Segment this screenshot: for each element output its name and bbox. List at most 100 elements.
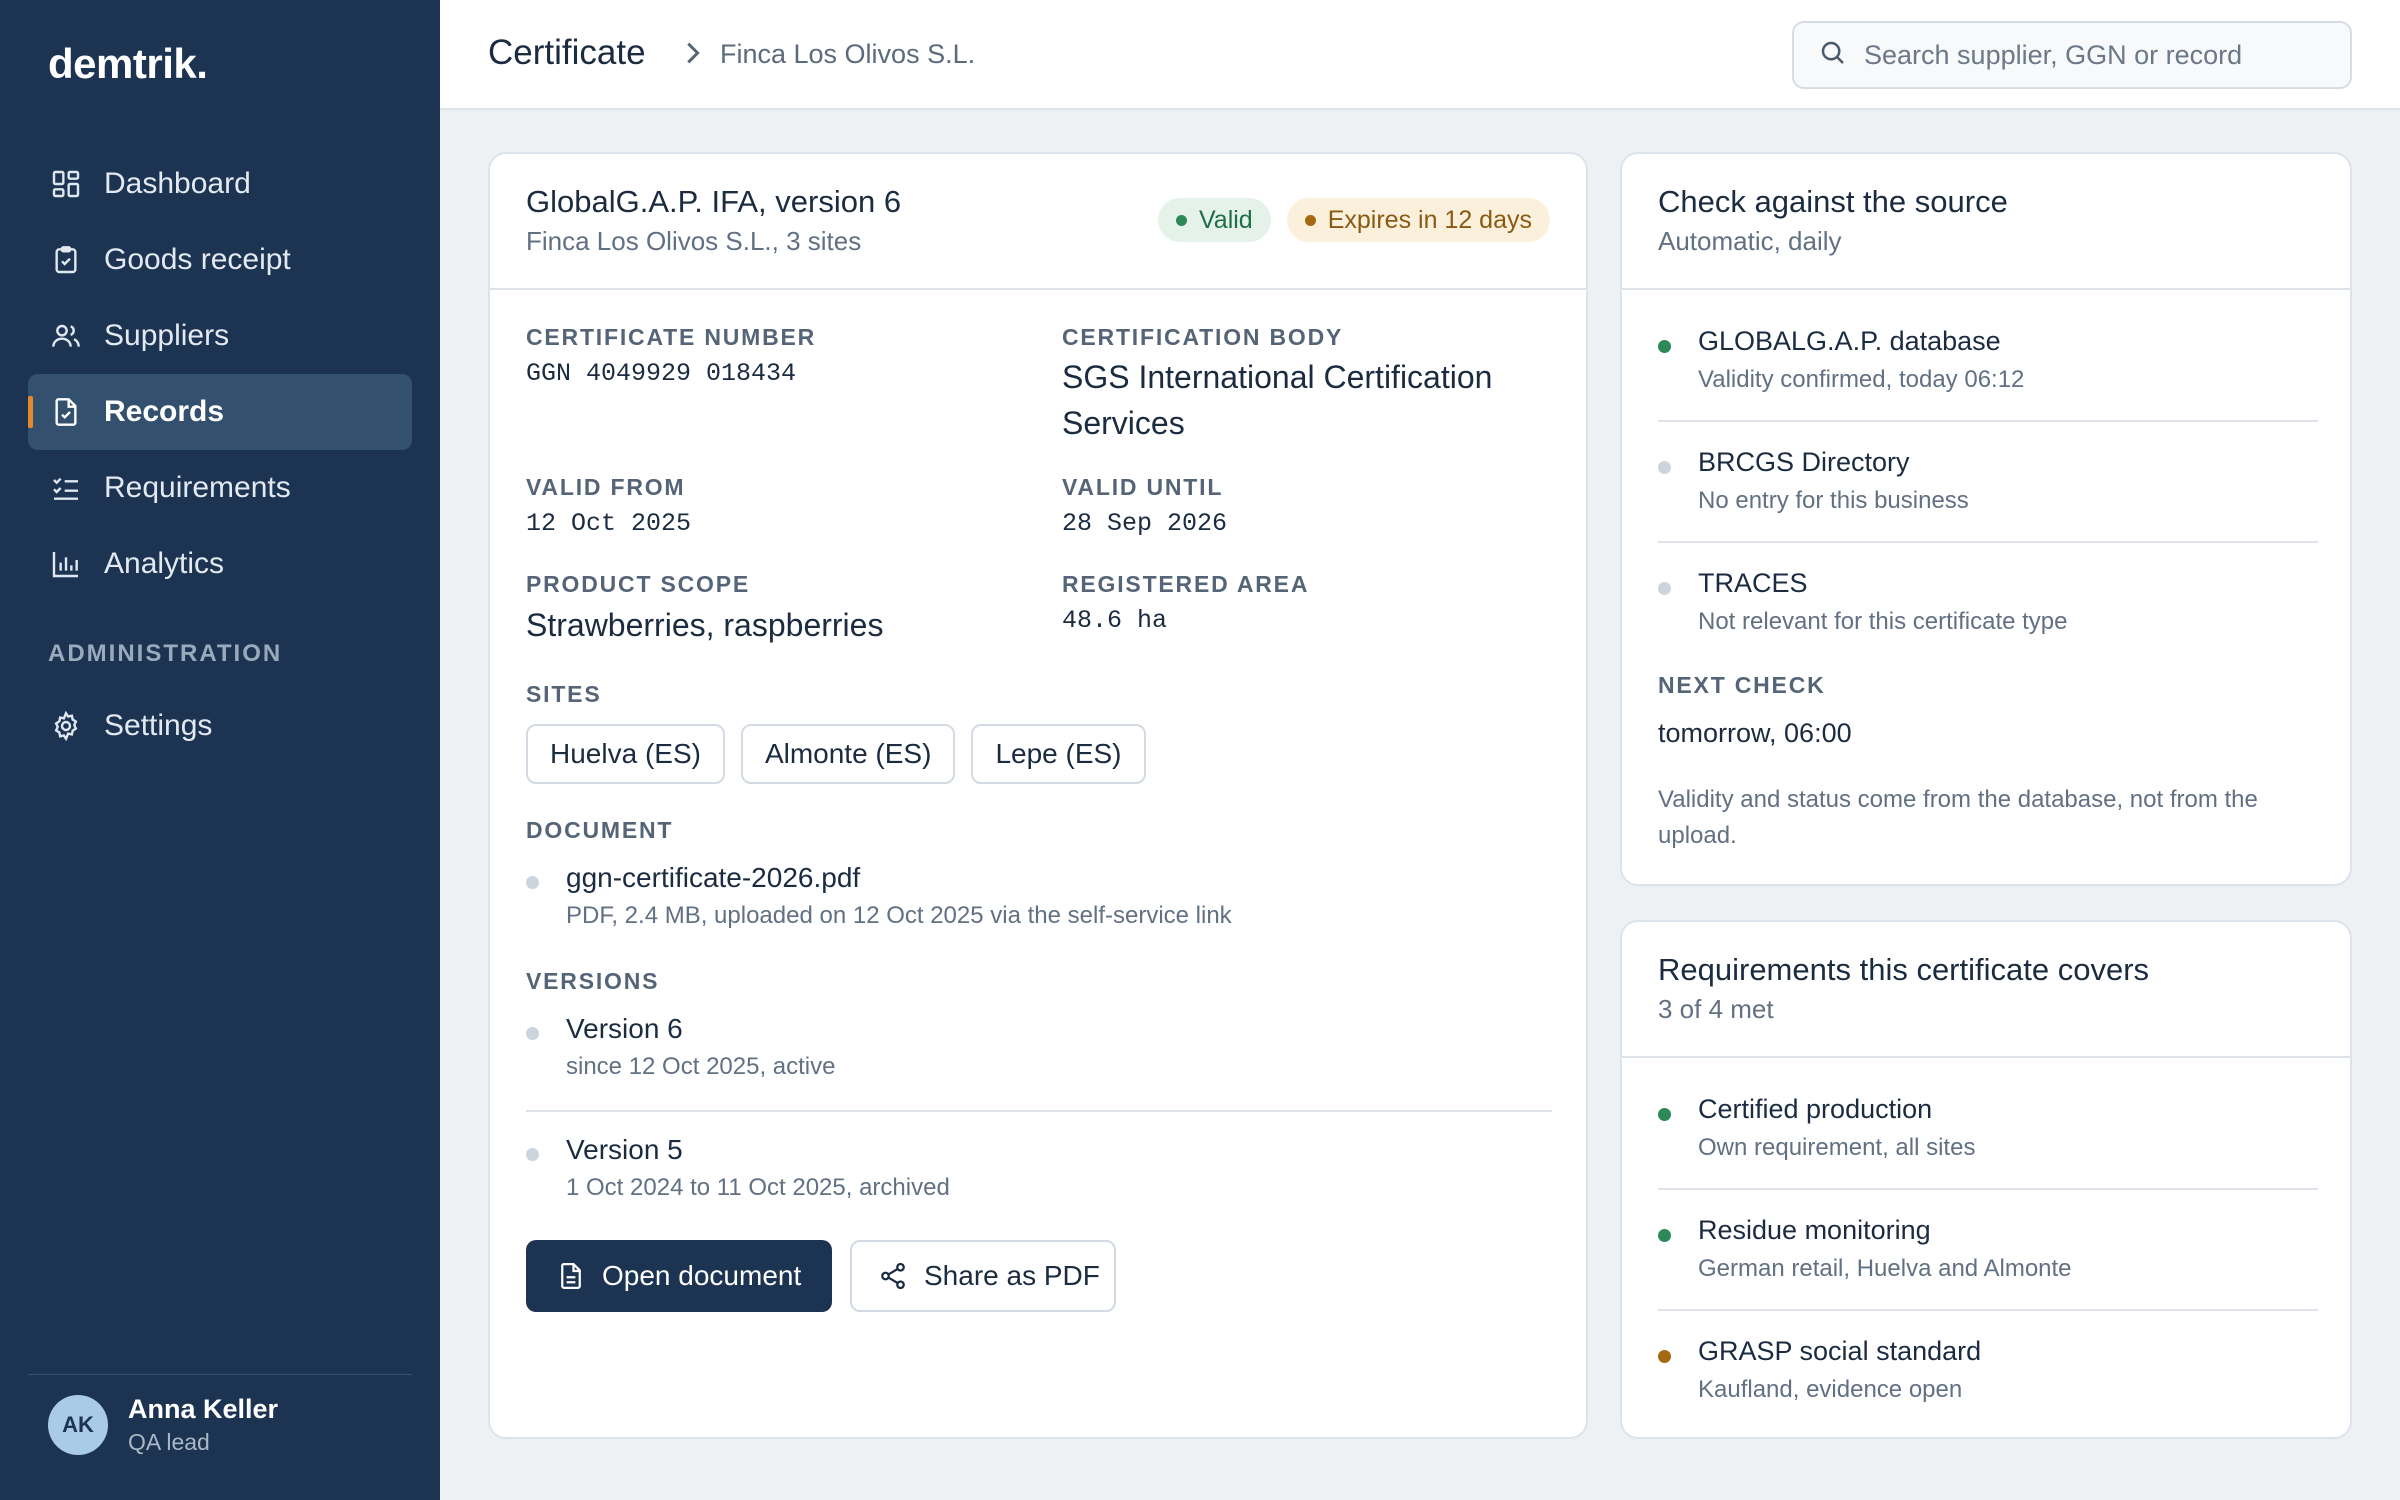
status-dot [1175, 214, 1187, 226]
source-item[interactable]: TRACES Not relevant for this certificate… [1658, 568, 2318, 648]
search-box[interactable] [1792, 21, 2352, 89]
source-check-title: Check against the source [1658, 184, 2008, 219]
breadcrumb[interactable]: Finca Los Olivos S.L. [720, 39, 975, 70]
requirements-title: Requirements this certificate covers [1658, 952, 2150, 987]
versions-label: VERSIONS [526, 968, 660, 994]
version-item[interactable]: Version 6 since 12 Oct 2025, active [526, 1013, 1552, 1093]
topbar: Certificate Finca Los Olivos S.L. [440, 0, 2400, 110]
divider [1658, 1188, 2318, 1190]
source-check-card: Check against the source Automatic, dail… [1620, 152, 2352, 886]
cert-body-line2: Services [1062, 405, 1185, 441]
site-chip[interactable]: Huelva (ES) [526, 724, 725, 784]
sites-label: SITES [526, 681, 602, 707]
sidebar-item-label: Dashboard [104, 167, 251, 200]
dashboard-icon [48, 166, 84, 202]
certificate-subtitle: Finca Los Olivos S.L., 3 sites [526, 226, 862, 256]
status-badge-expiry: Expires in 12 days [1286, 198, 1550, 242]
users-icon [48, 318, 84, 354]
sidebar-item-records[interactable]: Records [28, 374, 412, 450]
status-dot [1658, 582, 1671, 595]
open-document-button[interactable]: Open document [526, 1240, 832, 1312]
status-badge-label: Expires in 12 days [1327, 205, 1532, 234]
source-check-header: Check against the source Automatic, dail… [1622, 154, 2350, 290]
requirement-meta: Own requirement, all sites [1698, 1134, 1976, 1161]
source-item[interactable]: BRCGS Directory No entry for this busine… [1658, 447, 2318, 527]
valid-until-label: VALID UNTIL [1062, 474, 1224, 500]
sidebar-item-label: Goods receipt [104, 243, 291, 276]
version-item[interactable]: Version 5 1 Oct 2024 to 11 Oct 2025, arc… [526, 1134, 1552, 1214]
divider [1658, 420, 2318, 422]
sidebar-item-analytics[interactable]: Analytics [28, 526, 412, 602]
divider [1658, 541, 2318, 543]
open-document-label: Open document [602, 1260, 802, 1291]
cert-body-label: CERTIFICATION BODY [1062, 324, 1344, 350]
share-pdf-button[interactable]: Share as PDF [850, 1240, 1116, 1312]
certificate-card: GlobalG.A.P. IFA, version 6 Finca Los Ol… [488, 152, 1588, 1439]
user-name: Anna Keller [128, 1393, 279, 1424]
document-meta: PDF, 2.4 MB, uploaded on 12 Oct 2025 via… [566, 902, 1232, 929]
requirements-header: Requirements this certificate covers 3 o… [1622, 922, 2350, 1058]
sidebar-item-label: Records [104, 395, 225, 428]
bullet-dot [526, 1148, 539, 1161]
valid-until-value: 28 Sep 2026 [1062, 509, 1228, 538]
bullet-dot [526, 876, 539, 889]
document-icon [556, 1261, 586, 1291]
requirement-name: Residue monitoring [1698, 1215, 1931, 1245]
app-logo[interactable]: demtrik. [48, 40, 208, 88]
source-meta: No entry for this business [1698, 487, 1969, 514]
checklist-icon [48, 470, 84, 506]
valid-from-value: 12 Oct 2025 [526, 509, 692, 538]
status-dot [1658, 1229, 1671, 1242]
cert-body-value: SGS International Certification Services [1062, 354, 1492, 446]
source-item[interactable]: GLOBALG.A.P. database Validity confirmed… [1658, 326, 2318, 406]
status-dot [1658, 461, 1671, 474]
version-meta: 1 Oct 2024 to 11 Oct 2025, archived [566, 1174, 950, 1201]
status-badge-valid: Valid [1157, 198, 1271, 242]
cert-number-value: GGN 4049929 018434 [526, 359, 797, 388]
divider [526, 1110, 1552, 1112]
document-name: ggn-certificate-2026.pdf [566, 862, 861, 893]
user-profile[interactable]: AK Anna Keller QA lead [28, 1374, 412, 1474]
status-badge-label: Valid [1198, 205, 1253, 234]
share-pdf-label: Share as PDF [924, 1260, 1100, 1291]
requirement-name: GRASP social standard [1698, 1336, 1982, 1366]
sidebar-item-requirements[interactable]: Requirements [28, 450, 412, 526]
status-dot [1658, 1350, 1671, 1363]
share-icon [878, 1261, 908, 1291]
requirement-name: Certified production [1698, 1094, 1933, 1124]
version-name: Version 6 [566, 1013, 683, 1044]
requirement-item[interactable]: GRASP social standard Kaufland, evidence… [1658, 1336, 2318, 1416]
search-input[interactable] [1864, 39, 2334, 71]
source-name: TRACES [1698, 568, 1808, 598]
sites-list: Huelva (ES) Almonte (ES) Lepe (ES) [526, 724, 1146, 784]
sidebar-item-settings[interactable]: Settings [28, 688, 412, 764]
document-check-icon [48, 394, 84, 430]
source-meta: Not relevant for this certificate type [1698, 608, 2068, 635]
status-dot [1658, 340, 1671, 353]
requirements-card: Requirements this certificate covers 3 o… [1620, 920, 2352, 1439]
source-check-subtitle: Automatic, daily [1658, 226, 1842, 256]
cert-number-label: CERTIFICATE NUMBER [526, 324, 817, 350]
requirement-item[interactable]: Residue monitoring German retail, Huelva… [1658, 1215, 2318, 1295]
avatar: AK [48, 1394, 108, 1455]
version-meta: since 12 Oct 2025, active [566, 1053, 836, 1080]
certificate-header: GlobalG.A.P. IFA, version 6 Finca Los Ol… [490, 154, 1586, 290]
site-chip[interactable]: Almonte (ES) [740, 724, 956, 784]
search-icon [1818, 38, 1848, 73]
registered-area-value: 48.6 ha [1062, 606, 1168, 635]
site-chip[interactable]: Lepe (ES) [971, 724, 1146, 784]
document-item[interactable]: ggn-certificate-2026.pdf PDF, 2.4 MB, up… [526, 862, 1552, 942]
sidebar-item-suppliers[interactable]: Suppliers [28, 298, 412, 374]
product-scope-label: PRODUCT SCOPE [526, 571, 751, 597]
source-meta: Validity confirmed, today 06:12 [1698, 366, 2025, 393]
sidebar-item-goods-receipt[interactable]: Goods receipt [28, 222, 412, 298]
certificate-title: GlobalG.A.P. IFA, version 6 [526, 184, 902, 219]
version-name: Version 5 [566, 1134, 683, 1165]
document-label: DOCUMENT [526, 817, 674, 843]
requirement-item[interactable]: Certified production Own requirement, al… [1658, 1094, 2318, 1174]
requirement-meta: Kaufland, evidence open [1698, 1376, 1963, 1403]
gear-icon [48, 708, 84, 744]
source-name: GLOBALG.A.P. database [1698, 326, 2001, 356]
source-note: Validity and status come from the databa… [1658, 786, 2258, 849]
sidebar-item-dashboard[interactable]: Dashboard [28, 146, 412, 222]
